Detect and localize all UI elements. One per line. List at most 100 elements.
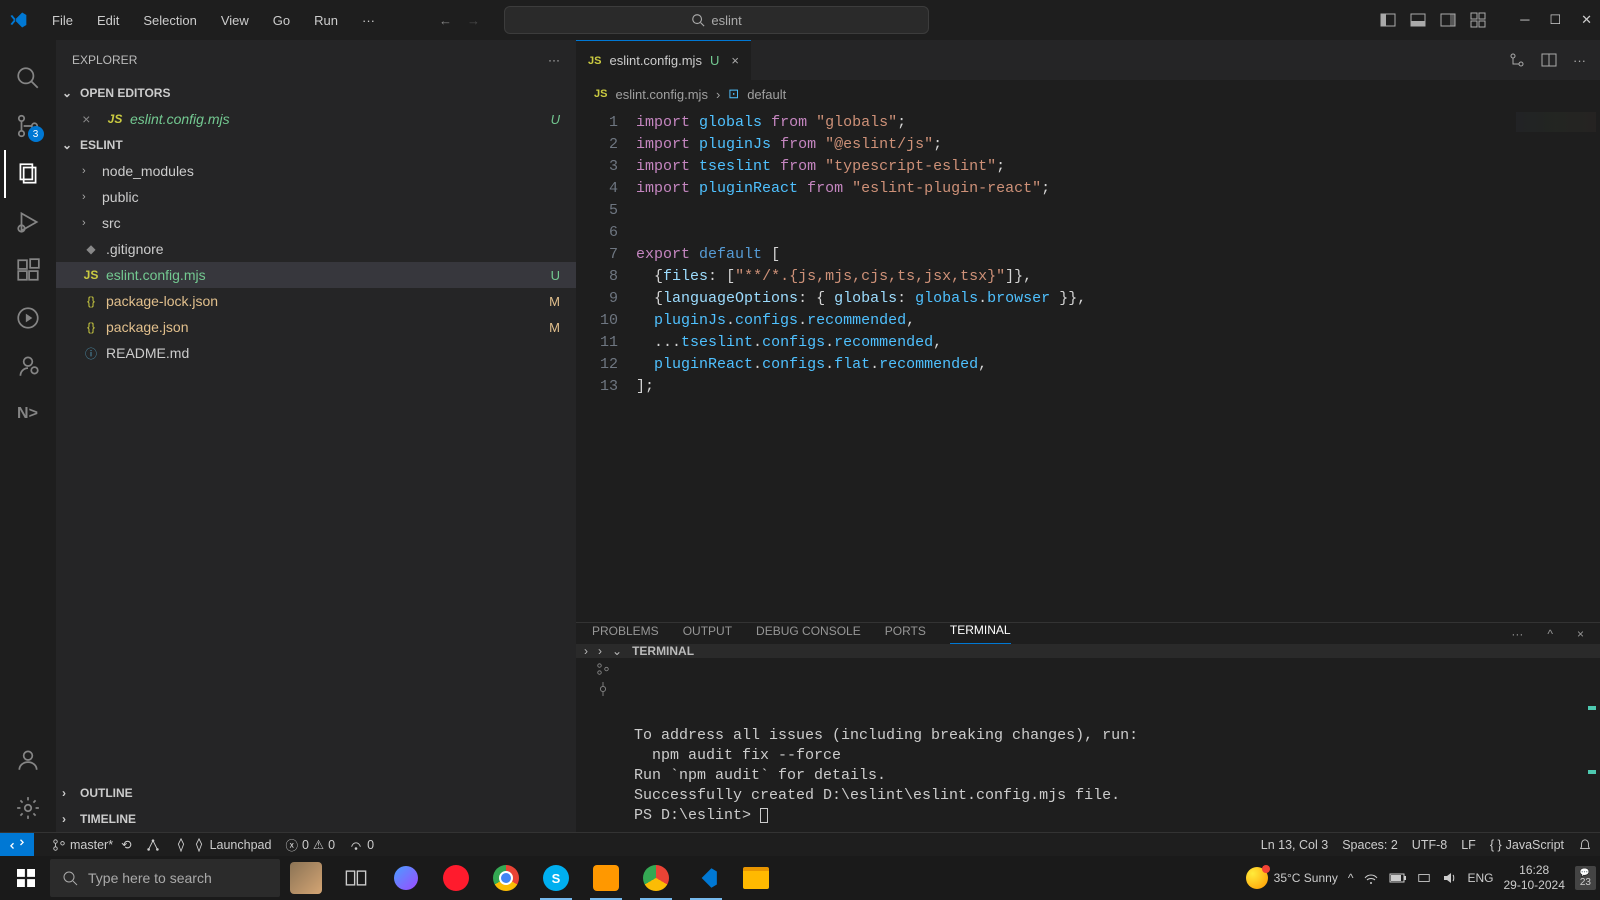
eol-status[interactable]: LF: [1461, 838, 1476, 852]
file-item[interactable]: {}package.jsonM: [56, 314, 576, 340]
chevron-right-icon[interactable]: ›: [584, 644, 588, 658]
layout-sidebar-left-icon[interactable]: [1380, 12, 1396, 28]
menu-run[interactable]: Run: [304, 7, 348, 34]
branch-icon[interactable]: [596, 662, 610, 676]
taskbar-sublime-icon[interactable]: [582, 856, 630, 900]
taskbar-taskview-icon[interactable]: [332, 856, 380, 900]
window-close-icon[interactable]: ✕: [1581, 12, 1592, 28]
window-minimize-icon[interactable]: ─: [1520, 12, 1529, 28]
menu-go[interactable]: Go: [263, 7, 300, 34]
menu-file[interactable]: File: [42, 7, 83, 34]
menu-more-icon[interactable]: ···: [352, 7, 385, 34]
ports-status[interactable]: 0: [349, 838, 374, 852]
panel-tab-output[interactable]: OUTPUT: [683, 624, 732, 644]
tray-volume-icon[interactable]: [1441, 870, 1457, 886]
taskbar-chrome-icon[interactable]: [482, 856, 530, 900]
problems-status[interactable]: ⓧ0 ⚠0: [285, 835, 335, 854]
file-item[interactable]: ⓘREADME.md: [56, 340, 576, 366]
project-header[interactable]: ⌄ ESLINT: [56, 132, 576, 158]
tray-chevron-icon[interactable]: ^: [1348, 871, 1354, 885]
editor-tab[interactable]: JS eslint.config.mjs U ×: [576, 40, 751, 80]
activity-explorer-icon[interactable]: [4, 150, 52, 198]
activity-settings-icon[interactable]: [4, 784, 52, 832]
terminal-output[interactable]: To address all issues (including breakin…: [630, 658, 1600, 832]
open-editor-item[interactable]: × JS eslint.config.mjs U: [56, 106, 576, 132]
taskbar-chrome2-icon[interactable]: [632, 856, 680, 900]
panel-tab-debug[interactable]: DEBUG CONSOLE: [756, 624, 861, 644]
taskbar-copilot-icon[interactable]: [382, 856, 430, 900]
launchpad-status[interactable]: Launchpad: [174, 838, 272, 852]
taskbar-clock[interactable]: 16:28 29-10-2024: [1503, 863, 1564, 893]
menu-edit[interactable]: Edit: [87, 7, 129, 34]
indentation-status[interactable]: Spaces: 2: [1342, 838, 1398, 852]
timeline-header[interactable]: › TIMELINE: [56, 806, 576, 832]
window-maximize-icon[interactable]: ☐: [1549, 12, 1561, 28]
taskbar-explorer-icon[interactable]: [732, 856, 780, 900]
folder-item[interactable]: ›src: [56, 210, 576, 236]
panel-tab-ports[interactable]: PORTS: [885, 624, 926, 644]
outline-header[interactable]: › OUTLINE: [56, 780, 576, 806]
windows-start-icon[interactable]: [4, 856, 48, 900]
tray-notifications-icon[interactable]: 💬23: [1575, 866, 1596, 890]
folder-item[interactable]: ›public: [56, 184, 576, 210]
cursor-position[interactable]: Ln 13, Col 3: [1261, 838, 1328, 852]
tray-network-icon[interactable]: [1417, 871, 1431, 885]
layout-panel-icon[interactable]: [1410, 12, 1426, 28]
chevron-down-icon[interactable]: ⌄: [612, 644, 622, 658]
panel-maximize-icon[interactable]: ^: [1547, 627, 1553, 641]
folder-item[interactable]: ›node_modules: [56, 158, 576, 184]
command-center-search[interactable]: eslint: [504, 6, 929, 34]
compare-changes-icon[interactable]: [1509, 52, 1525, 68]
encoding-status[interactable]: UTF-8: [1412, 838, 1447, 852]
menu-view[interactable]: View: [211, 7, 259, 34]
tray-wifi-icon[interactable]: [1363, 870, 1379, 886]
close-icon[interactable]: ×: [82, 111, 96, 127]
file-item[interactable]: {}package-lock.jsonM: [56, 288, 576, 314]
activity-scm-icon[interactable]: 3: [4, 102, 52, 150]
tab-close-icon[interactable]: ×: [731, 53, 739, 68]
panel-tab-terminal[interactable]: TERMINAL: [950, 623, 1011, 644]
file-item[interactable]: ◆.gitignore: [56, 236, 576, 262]
layout-sidebar-right-icon[interactable]: [1440, 12, 1456, 28]
activity-search-icon[interactable]: [4, 54, 52, 102]
remote-icon[interactable]: [0, 833, 34, 857]
minimap[interactable]: [1516, 112, 1596, 132]
file-icon: ⓘ: [82, 345, 100, 362]
commit-icon[interactable]: [596, 682, 610, 696]
taskbar-opera-icon[interactable]: [432, 856, 480, 900]
activity-extensions-icon[interactable]: [4, 246, 52, 294]
code-editor[interactable]: 12345678910111213 import globals from "g…: [576, 108, 1600, 622]
layout-customize-icon[interactable]: [1470, 12, 1486, 28]
graph-icon[interactable]: [146, 838, 160, 852]
file-item[interactable]: JSeslint.config.mjsU: [56, 262, 576, 288]
breadcrumb[interactable]: JS eslint.config.mjs › ⊡ default: [576, 80, 1600, 108]
nav-forward-icon[interactable]: →: [467, 13, 480, 28]
activity-nx-icon[interactable]: N>: [4, 390, 52, 438]
explorer-more-icon[interactable]: ···: [548, 53, 560, 67]
tray-battery-icon[interactable]: [1389, 872, 1407, 884]
branch-status[interactable]: master* ⟲: [52, 837, 132, 852]
chevron-right-icon[interactable]: ›: [598, 644, 602, 658]
activity-docker-icon[interactable]: [4, 342, 52, 390]
notifications-icon[interactable]: [1578, 838, 1592, 852]
open-editors-header[interactable]: ⌄ OPEN EDITORS: [56, 80, 576, 106]
taskbar-skype-icon[interactable]: S: [532, 856, 580, 900]
taskbar-weather[interactable]: 35°C Sunny: [1246, 867, 1338, 889]
activity-debug-icon[interactable]: [4, 198, 52, 246]
editor-more-icon[interactable]: ···: [1573, 53, 1586, 68]
taskbar-widget-icon[interactable]: [282, 856, 330, 900]
split-editor-icon[interactable]: [1541, 52, 1557, 68]
menu-selection[interactable]: Selection: [133, 7, 206, 34]
sync-icon[interactable]: ⟲: [121, 837, 131, 852]
activity-live-icon[interactable]: [4, 294, 52, 342]
language-status[interactable]: { } JavaScript: [1490, 838, 1564, 852]
panel-more-icon[interactable]: ···: [1511, 627, 1523, 641]
panel-tab-problems[interactable]: PROBLEMS: [592, 624, 659, 644]
taskbar-vscode-icon[interactable]: [682, 856, 730, 900]
windows-search[interactable]: Type here to search: [50, 859, 280, 897]
panel-close-icon[interactable]: ×: [1577, 627, 1584, 641]
code-content[interactable]: import globals from "globals";import plu…: [636, 108, 1600, 622]
tray-language[interactable]: ENG: [1467, 871, 1493, 885]
activity-account-icon[interactable]: [4, 736, 52, 784]
nav-back-icon[interactable]: ←: [439, 13, 452, 28]
